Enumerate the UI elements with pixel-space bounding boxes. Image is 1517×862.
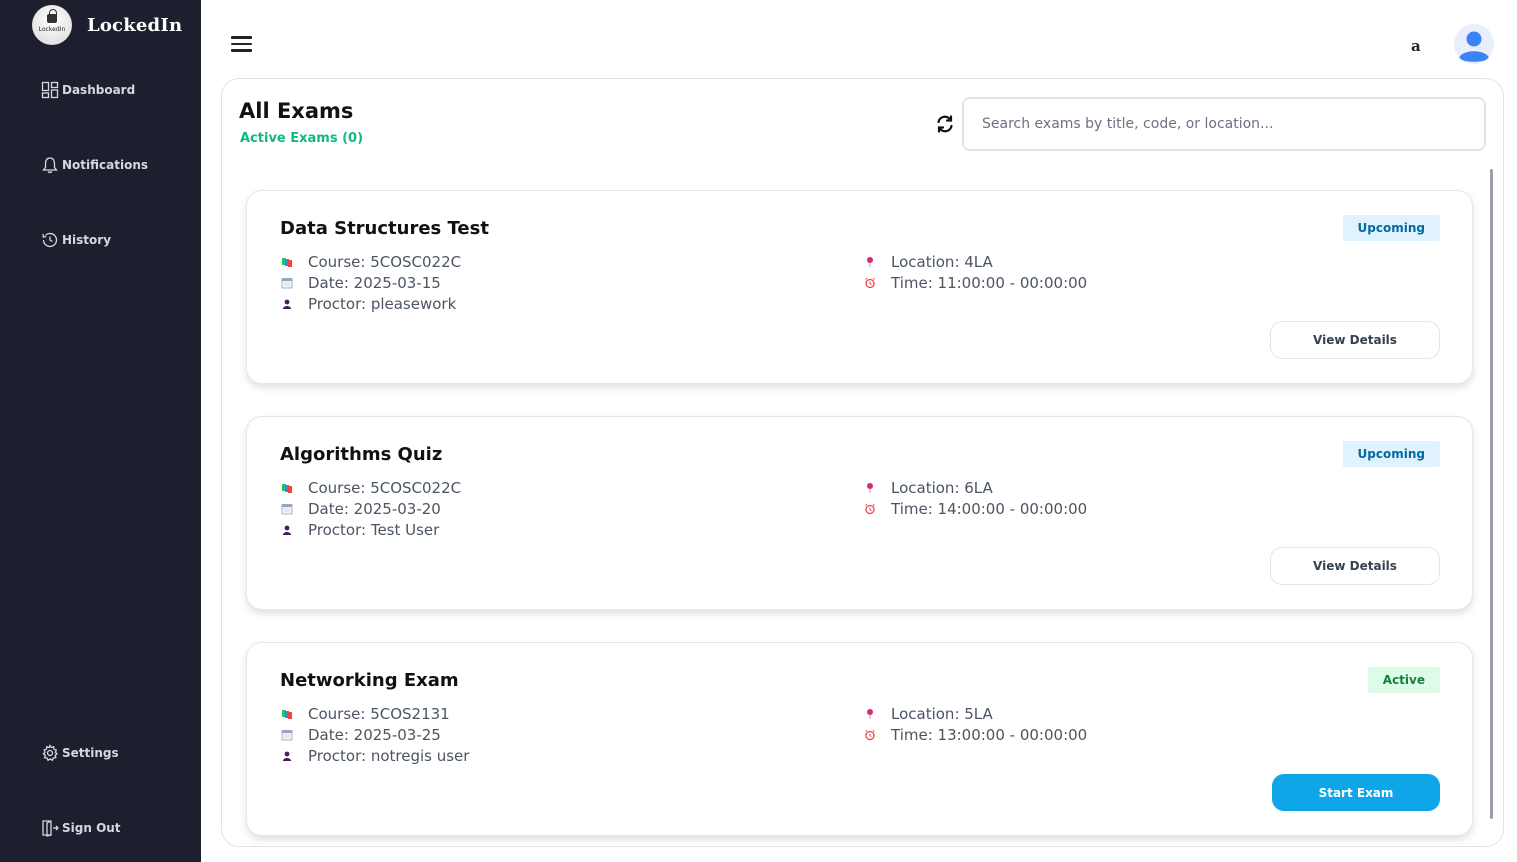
refresh-icon[interactable]	[935, 114, 955, 134]
user-icon	[1454, 24, 1494, 64]
logo-text: LockedIn	[38, 26, 66, 33]
exam-proctor: Proctor: pleasework	[280, 295, 456, 313]
exam-course: Course: 5COSC022C	[280, 479, 461, 497]
exam-card: Data Structures Test Upcoming Course: 5C…	[246, 190, 1473, 384]
books-icon	[280, 481, 294, 495]
view-details-button[interactable]: View Details	[1270, 547, 1440, 585]
exam-date: Date: 2025-03-15	[280, 274, 441, 292]
alarm-clock-icon	[863, 728, 877, 742]
exam-card: Networking Exam Active Course: 5COS2131 …	[246, 642, 1473, 836]
exam-time: Time: 13:00:00 - 00:00:00	[863, 726, 1087, 744]
app-name: LockedIn	[87, 14, 183, 36]
sidebar-item-sign-out[interactable]: Sign Out	[41, 819, 121, 837]
calendar-icon	[280, 728, 294, 742]
dashboard-icon	[41, 81, 59, 99]
active-exams-count: Active Exams (0)	[240, 131, 364, 146]
sidebar-item-settings[interactable]: Settings	[41, 744, 119, 762]
sidebar-item-label: Settings	[62, 746, 119, 760]
books-icon	[280, 255, 294, 269]
app-logo: LockedIn	[32, 5, 72, 45]
lock-icon	[47, 9, 57, 23]
exam-time: Time: 14:00:00 - 00:00:00	[863, 500, 1087, 518]
menu-toggle-icon[interactable]	[231, 36, 252, 52]
top-bar: a	[201, 0, 1517, 80]
exam-proctor: Proctor: notregis user	[280, 747, 469, 765]
page-title: All Exams	[239, 99, 354, 123]
exam-location: Location: 4LA	[863, 253, 993, 271]
books-icon	[280, 707, 294, 721]
exam-course: Course: 5COSC022C	[280, 253, 461, 271]
exam-title: Data Structures Test	[280, 218, 489, 239]
exam-location: Location: 5LA	[863, 705, 993, 723]
history-icon	[42, 232, 58, 248]
alarm-clock-icon	[863, 502, 877, 516]
user-avatar[interactable]	[1454, 24, 1494, 64]
calendar-icon	[280, 276, 294, 290]
sidebar-item-notifications[interactable]: Notifications	[41, 156, 148, 174]
exam-title: Algorithms Quiz	[280, 444, 443, 465]
person-icon	[280, 523, 294, 537]
pin-icon	[863, 255, 877, 269]
exam-card: Algorithms Quiz Upcoming Course: 5COSC02…	[246, 416, 1473, 610]
brand[interactable]: LockedIn LockedIn	[32, 5, 182, 45]
sidebar-item-history[interactable]: History	[41, 231, 111, 249]
exam-date: Date: 2025-03-20	[280, 500, 441, 518]
sidebar: LockedIn LockedIn Dashboard Notification…	[0, 0, 201, 862]
bell-icon	[42, 157, 58, 174]
status-badge: Upcoming	[1342, 441, 1440, 467]
person-icon	[280, 749, 294, 763]
sidebar-item-dashboard[interactable]: Dashboard	[41, 81, 135, 99]
search-input[interactable]	[962, 97, 1486, 151]
calendar-icon	[280, 502, 294, 516]
exam-date: Date: 2025-03-25	[280, 726, 441, 744]
alarm-clock-icon	[863, 276, 877, 290]
status-badge: Upcoming	[1342, 215, 1440, 241]
exam-location: Location: 6LA	[863, 479, 993, 497]
gear-icon	[42, 744, 58, 762]
exams-panel: All Exams Active Exams (0) Data Structur…	[221, 78, 1504, 847]
person-icon	[280, 297, 294, 311]
pin-icon	[863, 481, 877, 495]
sidebar-item-label: Sign Out	[62, 821, 121, 835]
sidebar-item-label: History	[62, 233, 112, 247]
scrollbar[interactable]	[1490, 169, 1493, 819]
user-initial: a	[1411, 37, 1421, 55]
exam-proctor: Proctor: Test User	[280, 521, 439, 539]
sign-out-icon	[42, 820, 59, 837]
view-details-button[interactable]: View Details	[1270, 321, 1440, 359]
status-badge: Active	[1367, 667, 1440, 693]
pin-icon	[863, 707, 877, 721]
sidebar-item-label: Notifications	[62, 158, 149, 172]
exam-time: Time: 11:00:00 - 00:00:00	[863, 274, 1087, 292]
exam-course: Course: 5COS2131	[280, 705, 450, 723]
exam-title: Networking Exam	[280, 670, 459, 691]
sidebar-item-label: Dashboard	[62, 83, 136, 97]
start-exam-button[interactable]: Start Exam	[1272, 774, 1440, 811]
